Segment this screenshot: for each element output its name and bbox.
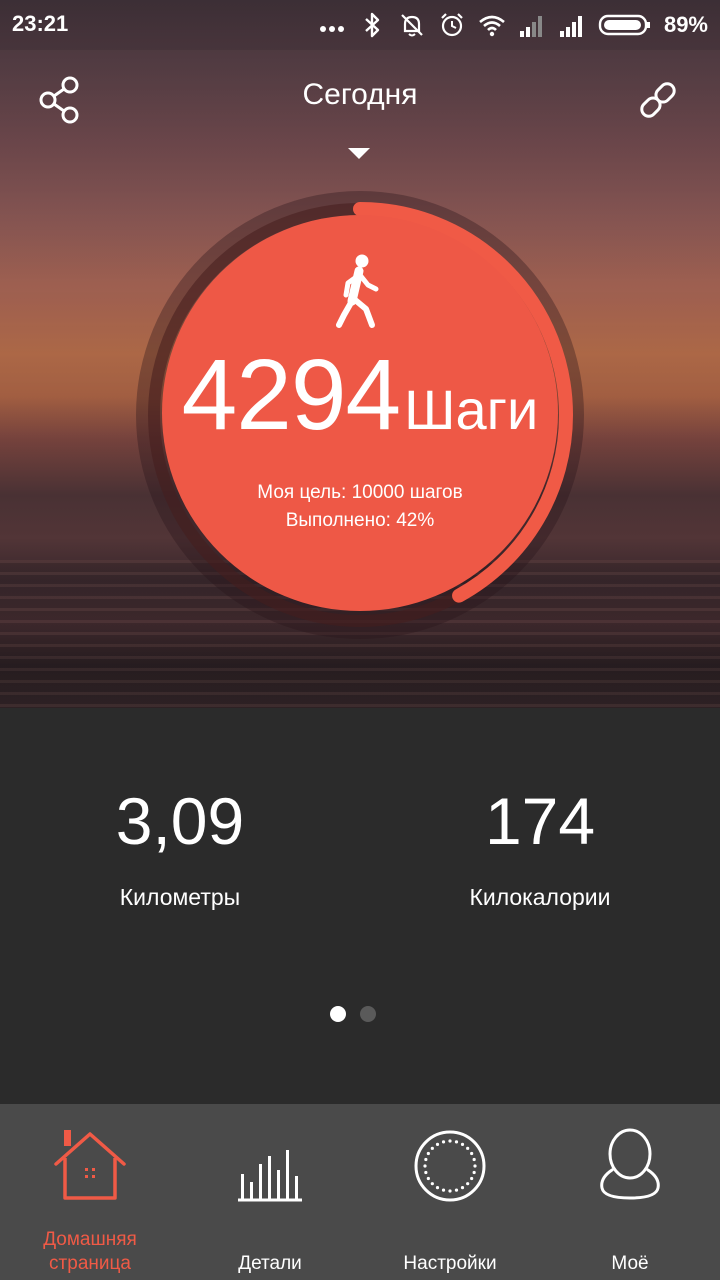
walking-person-icon [336, 254, 379, 328]
more-dots-icon [319, 26, 344, 32]
watch-dot [448, 1139, 452, 1143]
distance-value: 3,09 [115, 784, 245, 858]
watch-dot [426, 1151, 430, 1156]
nav-label-settings: Настройки [403, 1253, 497, 1274]
watch-dot [423, 1164, 427, 1168]
bottom-navigation: Домашняя страница Детали Настройки Моё [0, 1104, 720, 1280]
battery-percent: 89% [663, 12, 708, 37]
steps-summary: 4294 Шаги Моя цель: 10000 шагов Выполнен… [162, 215, 558, 611]
watch-dot [466, 1182, 470, 1186]
nav-item-details[interactable]: Детали [180, 1104, 360, 1280]
calories-stat: 174 Килокалории [440, 788, 640, 911]
nav-item-profile[interactable]: Моё [540, 1104, 720, 1280]
stats-panel[interactable]: 3,09 Километры 174 Килокалории [0, 708, 720, 1104]
chevron-down-icon[interactable] [348, 148, 370, 159]
watch-dot [460, 1142, 465, 1146]
device-watch-icon [414, 1130, 486, 1202]
wifi-icon [479, 15, 505, 37]
nav-item-settings[interactable]: Настройки [360, 1104, 540, 1280]
watch-dot [441, 1188, 446, 1192]
steps-count: 4294 [181, 339, 401, 451]
nav-item-home[interactable]: Домашняя страница [0, 1104, 180, 1280]
signal-2-icon [559, 16, 582, 37]
watch-dot [473, 1164, 477, 1168]
watch-dot [460, 1186, 465, 1190]
watch-dot [470, 1176, 474, 1181]
nav-label-home: Домашняя страница [43, 1229, 137, 1274]
watch-dot [470, 1151, 474, 1156]
distance-stat: 3,09 Километры [80, 788, 280, 911]
watch-dot [466, 1146, 470, 1150]
watch-dot [424, 1170, 428, 1175]
alarm-icon [441, 13, 463, 37]
watch-dot [430, 1182, 434, 1186]
signal-1-icon [519, 16, 542, 37]
notifications-off-icon [401, 14, 423, 37]
link-icon[interactable] [636, 78, 680, 122]
user-profile-icon [600, 1128, 660, 1200]
steps-unit: Шаги [404, 378, 539, 441]
calories-value: 174 [484, 784, 596, 858]
watch-dot [435, 1142, 440, 1146]
watch-dot [448, 1189, 452, 1193]
watch-dot [426, 1176, 430, 1181]
home-icon [54, 1130, 126, 1200]
page-indicator [330, 1006, 376, 1022]
page-dot-2[interactable] [360, 1006, 376, 1022]
status-time: 23:21 [12, 11, 69, 36]
distance-label: Километры [119, 884, 241, 910]
bluetooth-icon [365, 12, 380, 38]
watch-dot [454, 1140, 459, 1144]
calories-label: Килокалории [469, 884, 611, 910]
bar-chart-icon [238, 1150, 302, 1202]
watch-dot [472, 1170, 476, 1175]
nav-label-details: Детали [238, 1253, 302, 1274]
nav-label-profile: Моё [611, 1253, 649, 1274]
page-dot-1[interactable] [330, 1006, 346, 1022]
watch-dot [430, 1146, 434, 1150]
watch-dot [454, 1188, 459, 1192]
watch-dot [424, 1157, 428, 1162]
date-range-title[interactable]: Сегодня [0, 78, 720, 112]
battery-icon [598, 14, 650, 36]
progress-text: Выполнено: 42% [285, 510, 435, 531]
watch-dot [435, 1186, 440, 1190]
status-bar: 23:21 89% [0, 0, 720, 50]
watch-dot [472, 1157, 476, 1162]
watch-dot [441, 1140, 446, 1144]
status-icons: 89% [318, 10, 708, 40]
goal-text: Моя цель: 10000 шагов [257, 482, 463, 503]
